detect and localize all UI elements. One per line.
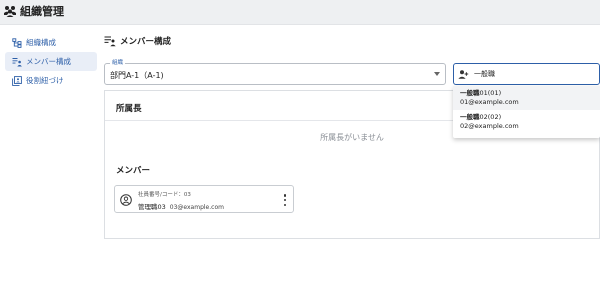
org-tree-icon <box>12 37 22 48</box>
org-select-value: 部門A-1（A-1) <box>110 71 164 80</box>
member-list-icon <box>12 57 22 66</box>
members-section-title: メンバー <box>116 166 151 176</box>
member-name: 管理職03 <box>138 203 166 211</box>
add-person-icon <box>458 69 469 79</box>
people-group-icon <box>4 6 16 17</box>
person-circle-icon <box>120 194 132 206</box>
sidebar: 組織構成 メンバー構成 役割紐づけ <box>5 33 97 90</box>
head-section-title: 所属長 <box>116 104 142 114</box>
sidebar-item-label: メンバー構成 <box>26 57 71 66</box>
role-link-icon <box>12 75 22 86</box>
app-header: 組織管理 <box>0 0 600 22</box>
org-select[interactable]: 組織 部門A-1（A-1) <box>104 59 446 85</box>
more-options-icon[interactable] <box>283 194 287 206</box>
dropdown-caret-icon <box>434 72 440 76</box>
suggestion-email: 02@example.com <box>460 122 519 130</box>
member-code: 社員番号/コード：03 <box>138 192 191 198</box>
sidebar-item-org-structure[interactable]: 組織構成 <box>5 33 97 52</box>
member-info: 管理職03 03@example.com <box>138 201 224 211</box>
suggestion-email: 01@example.com <box>460 98 519 106</box>
suggestion-name: 一般職02(02) <box>460 113 502 121</box>
org-select-label: 組織 <box>110 59 126 67</box>
member-email: 03@example.com <box>169 204 224 211</box>
app-frame: 組織構成 メンバー構成 役割紐づけ メンバー構成 組織 部門A-1（A-1) 一… <box>0 24 600 301</box>
member-suggestion-list: 一般職01(01) 01@example.com 一般職02(02) 02@ex… <box>453 86 600 138</box>
member-search-input[interactable] <box>474 70 584 78</box>
suggestion-name: 一般職01(01) <box>460 89 502 97</box>
member-search-field[interactable] <box>453 63 600 85</box>
page-title-text: メンバー構成 <box>120 37 172 47</box>
member-list-icon <box>104 36 116 47</box>
page-title: メンバー構成 <box>104 35 171 47</box>
suggestion-option[interactable]: 一般職02(02) 02@example.com <box>453 110 600 134</box>
member-card[interactable]: 社員番号/コード：03 管理職03 03@example.com <box>114 185 294 213</box>
main-panel: メンバー構成 組織 部門A-1（A-1) 所属長 所属長がいません メンバー <box>104 25 600 301</box>
sidebar-item-label: 役割紐づけ <box>26 76 64 85</box>
suggestion-option[interactable]: 一般職01(01) 01@example.com <box>453 86 600 110</box>
sidebar-item-member-structure[interactable]: メンバー構成 <box>5 52 97 71</box>
app-title: 組織管理 <box>20 5 64 18</box>
sidebar-item-role-binding[interactable]: 役割紐づけ <box>5 71 97 90</box>
sidebar-item-label: 組織構成 <box>26 38 56 47</box>
